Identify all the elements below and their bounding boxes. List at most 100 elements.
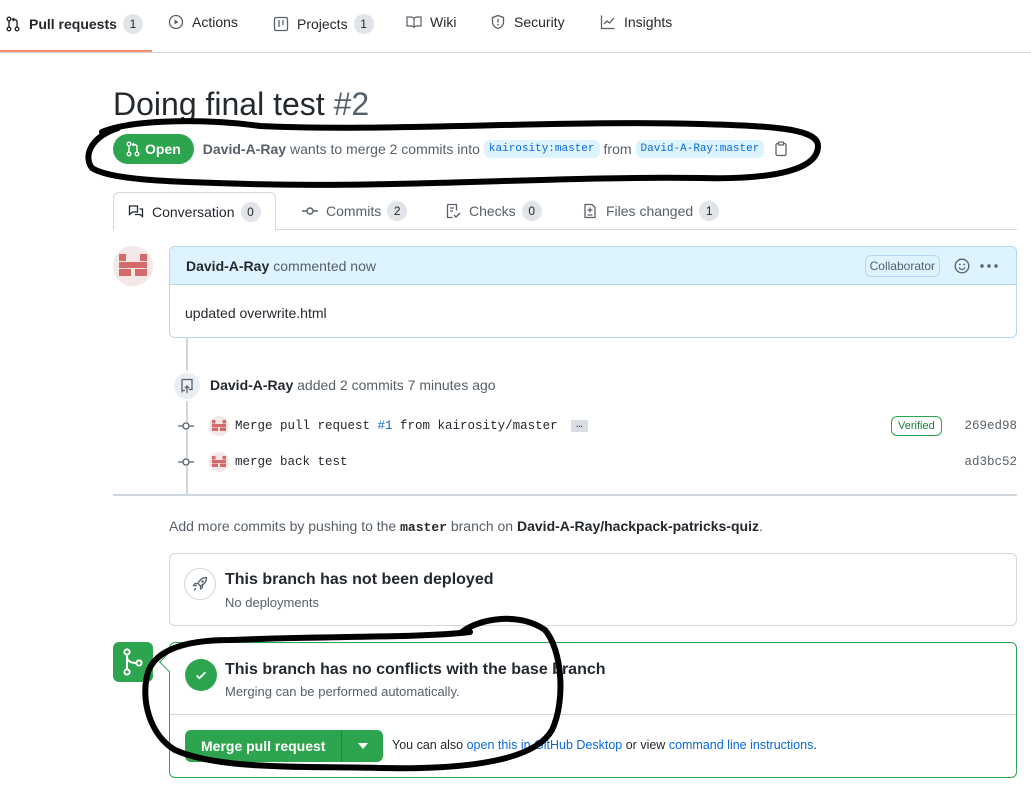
rocket-icon bbox=[192, 576, 208, 591]
git-commit-icon bbox=[302, 207, 318, 215]
commit-message[interactable]: Merge pull request #1 from kairosity/mas… bbox=[235, 419, 588, 433]
nav-projects-label: Projects bbox=[297, 16, 348, 32]
nav-insights-label: Insights bbox=[624, 14, 673, 30]
open-in-desktop-link[interactable]: open this in GitHub Desktop bbox=[467, 738, 623, 752]
deployment-box: This branch has not been deployed No dep… bbox=[169, 553, 1017, 626]
smiley-icon[interactable] bbox=[954, 258, 970, 274]
git-pull-request-icon bbox=[6, 16, 20, 32]
comment-discussion-icon bbox=[128, 204, 144, 218]
head-branch[interactable]: David-A-Ray:master bbox=[635, 140, 765, 158]
comment-action[interactable]: commented now bbox=[273, 258, 376, 274]
checklist-icon bbox=[446, 203, 461, 219]
tab-conversation[interactable]: Conversation 0 bbox=[113, 192, 276, 231]
identicon-icon bbox=[209, 416, 229, 436]
pr-tabs: Conversation 0 Commits 2 Checks 0 Files … bbox=[113, 192, 1017, 231]
merge-box: This branch has no conflicts with the ba… bbox=[159, 642, 1017, 778]
push-hint-branch: master bbox=[400, 520, 447, 535]
commit-message[interactable]: merge back test bbox=[235, 455, 348, 469]
timeline-break bbox=[113, 494, 1017, 496]
git-merge-badge bbox=[113, 642, 153, 682]
graph-icon bbox=[600, 15, 615, 30]
or-view-text: or view bbox=[625, 738, 666, 752]
git-merge-icon bbox=[123, 648, 143, 676]
merge-status-subtitle: Merging can be performed automatically. bbox=[225, 684, 460, 699]
merge-alternatives: You can also open this in GitHub Desktop… bbox=[392, 738, 817, 752]
also-prefix: You can also bbox=[392, 738, 464, 752]
pr-title: Doing final test #2 bbox=[113, 86, 369, 123]
check-badge bbox=[185, 659, 217, 691]
check-icon bbox=[196, 671, 206, 680]
repo-link[interactable]: David-A-Ray/hackpack-patricks-quiz bbox=[517, 518, 759, 534]
tab-checks-count: 0 bbox=[521, 201, 542, 221]
comment-author-link[interactable]: David-A-Ray bbox=[186, 258, 269, 274]
push-hint-prefix: Add more commits by pushing to the bbox=[169, 518, 397, 534]
from-text: from bbox=[603, 141, 632, 157]
nav-wiki-label: Wiki bbox=[430, 14, 457, 30]
table-icon bbox=[273, 16, 289, 32]
pr-title-text: Doing final test bbox=[113, 86, 325, 122]
nav-wiki[interactable]: Wiki bbox=[406, 14, 456, 30]
pr-reference-link[interactable]: #1 bbox=[378, 419, 393, 433]
push-hint-middle: branch on bbox=[450, 518, 514, 534]
verified-badge[interactable]: Verified bbox=[891, 416, 942, 436]
nav-security[interactable]: Security bbox=[490, 14, 565, 30]
tab-conversation-label: Conversation bbox=[152, 203, 235, 220]
tab-checks-label: Checks bbox=[469, 203, 516, 219]
identicon-icon bbox=[209, 452, 229, 472]
commit-sha-link[interactable]: ad3bc52 bbox=[964, 455, 1017, 469]
commit-avatar[interactable] bbox=[209, 416, 229, 436]
git-pull-request-icon bbox=[126, 141, 140, 157]
commit-message-text: from kairosity/master bbox=[392, 419, 558, 433]
push-event-text: David-A-Ray added 2 commits 7 minutes ag… bbox=[210, 377, 496, 393]
comment-body: updated overwrite.html bbox=[185, 305, 327, 321]
state-label: Open bbox=[145, 141, 181, 157]
file-diff-icon bbox=[584, 203, 596, 219]
repo-push-icon bbox=[181, 378, 193, 393]
repo-nav: Pull requests 1 Actions Projects 1 Wiki … bbox=[0, 0, 1031, 53]
tab-files-changed[interactable]: Files changed 1 bbox=[568, 192, 733, 230]
tab-files-changed-count: 1 bbox=[699, 201, 720, 221]
play-icon bbox=[168, 14, 184, 30]
push-event-description: added 2 commits 7 minutes ago bbox=[297, 377, 496, 393]
merge-method-dropdown[interactable] bbox=[342, 730, 384, 762]
tab-checks[interactable]: Checks 0 bbox=[431, 192, 556, 230]
avatar[interactable] bbox=[113, 246, 153, 286]
tab-commits[interactable]: Commits 2 bbox=[288, 192, 421, 230]
base-branch[interactable]: kairosity:master bbox=[483, 140, 600, 158]
merge-button-group: Merge pull request bbox=[185, 730, 384, 762]
nav-pull-requests[interactable]: Pull requests 1 bbox=[5, 14, 143, 34]
pr-author-link[interactable]: David-A-Ray bbox=[203, 141, 286, 157]
push-hint: Add more commits by pushing to the maste… bbox=[169, 518, 763, 535]
commit-message-text: Merge pull request bbox=[235, 419, 378, 433]
merge-text: wants to merge 2 commits into bbox=[290, 141, 480, 157]
nav-pull-requests-count: 1 bbox=[122, 14, 143, 34]
state-badge: Open bbox=[113, 134, 194, 164]
tab-conversation-count: 0 bbox=[240, 201, 261, 222]
comment-header: David-A-Ray commented now Collaborator bbox=[170, 247, 1016, 285]
nav-insights[interactable]: Insights bbox=[600, 14, 672, 30]
kebab-horizontal-icon[interactable] bbox=[980, 264, 998, 268]
expand-commit-button[interactable]: … bbox=[571, 419, 588, 432]
tab-commits-label: Commits bbox=[326, 203, 382, 219]
merge-actions: Merge pull request You can also open thi… bbox=[170, 715, 1016, 777]
nav-security-label: Security bbox=[514, 14, 565, 30]
pr-meta: Open David-A-Ray wants to merge 2 commit… bbox=[113, 134, 788, 164]
nav-actions[interactable]: Actions bbox=[168, 14, 238, 30]
nav-projects-count: 1 bbox=[353, 14, 374, 34]
push-event-badge bbox=[172, 371, 202, 401]
identicon-icon bbox=[113, 246, 153, 286]
merge-pull-request-button[interactable]: Merge pull request bbox=[185, 730, 343, 762]
nav-projects[interactable]: Projects 1 bbox=[273, 14, 374, 34]
collaborator-badge: Collaborator bbox=[864, 255, 940, 277]
commit-row: Merge pull request #1 from kairosity/mas… bbox=[176, 416, 1017, 436]
copy-icon[interactable] bbox=[774, 141, 788, 157]
push-author-link[interactable]: David-A-Ray bbox=[210, 377, 293, 393]
nav-pull-requests-label: Pull requests bbox=[29, 16, 117, 32]
command-line-instructions-link[interactable]: command line instructions bbox=[669, 738, 814, 752]
triangle-down-icon bbox=[357, 743, 368, 749]
commit-sha-link[interactable]: 269ed98 bbox=[964, 419, 1017, 433]
tab-commits-count: 2 bbox=[387, 201, 408, 221]
also-suffix: . bbox=[813, 738, 817, 752]
commit-avatar[interactable] bbox=[209, 452, 229, 472]
shield-icon bbox=[491, 14, 505, 30]
